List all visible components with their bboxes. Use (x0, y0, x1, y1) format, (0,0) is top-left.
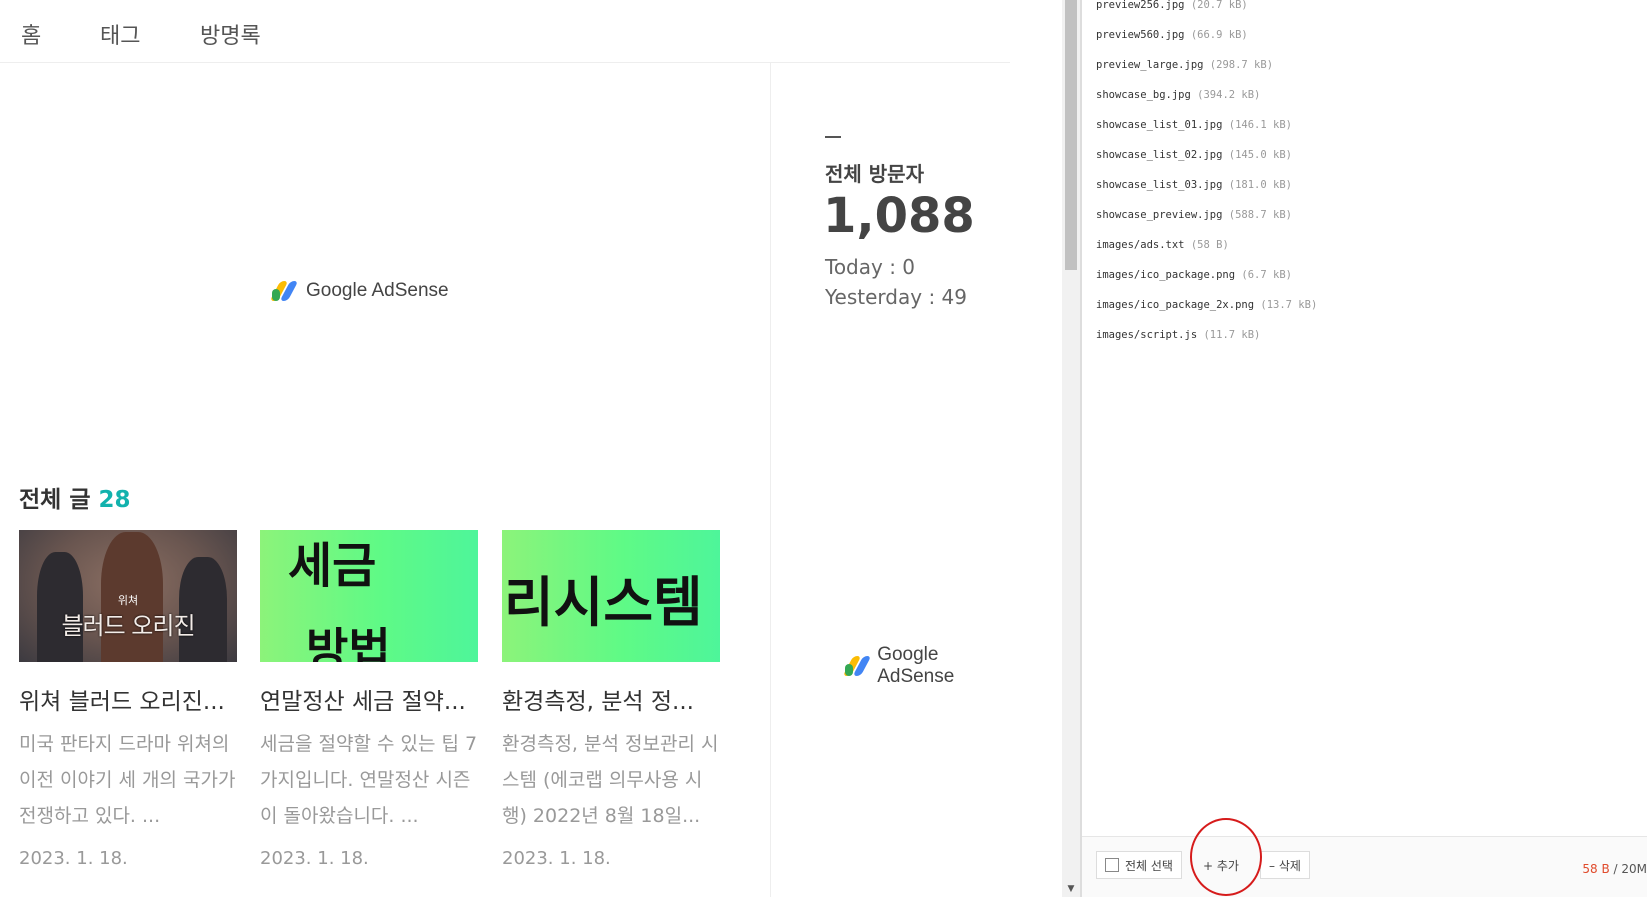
google-adsense-logo-icon (842, 655, 872, 677)
storage-limit: / 20M (1609, 862, 1647, 876)
scroll-down-arrow-icon[interactable]: ▼ (1062, 881, 1080, 897)
blog-pane: 홈 태그 방명록 Google AdSense 전체 글 28 위쳐 블러드 오… (0, 0, 1010, 897)
top-nav: 홈 태그 방명록 (0, 0, 1010, 63)
file-list-item[interactable]: preview_large.jpg (298.7 kB) (1096, 53, 1317, 83)
file-name: images/ico_package_2x.png (1096, 299, 1255, 311)
thumb-text: 세금 (288, 538, 377, 594)
nav-home[interactable]: 홈 (21, 18, 41, 50)
file-name: showcase_list_01.jpg (1096, 119, 1223, 131)
nav-guestbook[interactable]: 방명록 (200, 18, 261, 50)
add-file-button[interactable]: + 추가 (1194, 851, 1248, 879)
visitor-total: 1,088 (823, 188, 975, 244)
file-size: (146.1 kB) (1228, 119, 1292, 131)
file-name: showcase_list_03.jpg (1096, 179, 1223, 191)
post-title[interactable]: 연말정산 세금 절약... (260, 682, 478, 716)
file-name: images/ico_package.png (1096, 269, 1236, 281)
file-size: (181.0 kB) (1228, 179, 1292, 191)
post-summary: 세금을 절약할 수 있는 팁 7가지입니다. 연말정산 시즌이 돌아왔습니다. … (260, 733, 478, 827)
file-list-item[interactable]: preview256.jpg (20.7 kB) (1096, 0, 1317, 23)
file-name: preview_large.jpg (1096, 59, 1204, 71)
file-list-item[interactable]: showcase_list_01.jpg (146.1 kB) (1096, 113, 1317, 143)
storage-used: 58 B (1582, 862, 1610, 876)
file-list-item[interactable]: showcase_list_03.jpg (181.0 kB) (1096, 173, 1317, 203)
post-summary: 미국 판타지 드라마 위쳐의 이전 이야기 세 개의 국가가 전쟁하고 있다. … (19, 733, 236, 827)
google-adsense-logo-icon (269, 280, 299, 302)
file-list-item[interactable]: images/ico_package.png (6.7 kB) (1096, 263, 1317, 293)
adsense-banner-sidebar[interactable]: Google AdSense (842, 644, 1010, 688)
visitor-yesterday: Yesterday : 49 (825, 285, 967, 309)
post-thumbnail[interactable]: 세금 방법 (260, 530, 478, 662)
post-thumbnail[interactable]: 위쳐 블러드 오리진 (19, 530, 237, 662)
file-toolbar: 전체 선택 + 추가 – 삭제 58 B / 20M (1082, 836, 1647, 897)
thumb-text: 리시스템 (504, 571, 703, 634)
file-size: (11.7 kB) (1203, 329, 1261, 341)
scrollbar-thumb[interactable] (1065, 0, 1077, 270)
storage-usage: 58 B / 20M (1582, 862, 1647, 876)
file-size: (66.9 kB) (1190, 29, 1248, 41)
add-label: + 추가 (1203, 858, 1239, 873)
sidebar-divider (770, 63, 771, 897)
file-list-item[interactable]: images/script.js (11.7 kB) (1096, 323, 1317, 353)
post-thumbnail[interactable]: 리시스템 (502, 530, 720, 662)
file-name: showcase_list_02.jpg (1096, 149, 1223, 161)
file-name: images/script.js (1096, 329, 1198, 341)
file-size: (588.7 kB) (1228, 209, 1292, 221)
select-all-button[interactable]: 전체 선택 (1096, 851, 1182, 879)
delete-file-button[interactable]: – 삭제 (1260, 851, 1310, 879)
nav-tags[interactable]: 태그 (100, 18, 140, 50)
thumb-title-text: 블러드 오리진 (61, 612, 195, 640)
file-manager-pane: preview256.jpg (20.7 kB) preview560.jpg (… (1082, 0, 1647, 897)
post-date: 2023. 1. 18. (502, 848, 611, 869)
file-name: preview560.jpg (1096, 29, 1185, 41)
file-name: preview256.jpg (1096, 0, 1185, 11)
file-list: preview256.jpg (20.7 kB) preview560.jpg (… (1096, 0, 1317, 353)
thumb-text: 방법 (306, 623, 391, 662)
file-list-item[interactable]: images/ico_package_2x.png (13.7 kB) (1096, 293, 1317, 323)
post-date: 2023. 1. 18. (19, 848, 128, 869)
file-list-item[interactable]: showcase_bg.jpg (394.2 kB) (1096, 83, 1317, 113)
posts-heading-label: 전체 글 (19, 487, 91, 513)
post-date: 2023. 1. 18. (260, 848, 369, 869)
file-size: (13.7 kB) (1260, 299, 1318, 311)
file-size: (145.0 kB) (1228, 149, 1292, 161)
post-card[interactable]: 위쳐 블러드 오리진 위쳐 블러드 오리진... 미국 판타지 드라마 위쳐의 … (19, 530, 237, 869)
visitor-today: Today : 0 (825, 255, 916, 279)
adsense-label: Google AdSense (306, 280, 449, 301)
file-list-item[interactable]: images/ads.txt (58 B) (1096, 233, 1317, 263)
delete-label: – 삭제 (1269, 858, 1301, 873)
post-title[interactable]: 위쳐 블러드 오리진... (19, 682, 237, 716)
file-list-item[interactable]: preview560.jpg (66.9 kB) (1096, 23, 1317, 53)
file-name: showcase_preview.jpg (1096, 209, 1223, 221)
file-size: (20.7 kB) (1190, 0, 1248, 11)
visitor-label: 전체 방문자 (825, 162, 924, 186)
visitor-divider (825, 136, 841, 138)
file-size: (394.2 kB) (1197, 89, 1261, 101)
file-list-item[interactable]: showcase_list_02.jpg (145.0 kB) (1096, 143, 1317, 173)
posts-count: 28 (98, 487, 131, 513)
adsense-label: Google AdSense (877, 644, 955, 687)
file-name: showcase_bg.jpg (1096, 89, 1191, 101)
posts-heading: 전체 글 28 (19, 480, 131, 514)
post-summary: 환경측정, 분석 정보관리 시스템 (에코랩 의무사용 시행) 2022년 8월… (502, 733, 719, 827)
post-card[interactable]: 세금 방법 연말정산 세금 절약... 세금을 절약할 수 있는 팁 7가지입니… (260, 530, 478, 869)
checkbox-icon[interactable] (1105, 858, 1119, 872)
post-card[interactable]: 리시스템 환경측정, 분석 정... 환경측정, 분석 정보관리 시스템 (에코… (502, 530, 720, 869)
file-name: images/ads.txt (1096, 239, 1185, 251)
file-list-item[interactable]: showcase_preview.jpg (588.7 kB) (1096, 203, 1317, 233)
select-all-label: 전체 선택 (1125, 858, 1173, 873)
file-size: (298.7 kB) (1209, 59, 1274, 71)
file-size: (6.7 kB) (1241, 269, 1292, 281)
adsense-banner-main[interactable]: Google AdSense (269, 280, 449, 302)
page-scrollbar[interactable]: ▼ (1062, 0, 1080, 897)
file-size: (58 B) (1190, 239, 1229, 251)
post-title[interactable]: 환경측정, 분석 정... (502, 682, 720, 716)
